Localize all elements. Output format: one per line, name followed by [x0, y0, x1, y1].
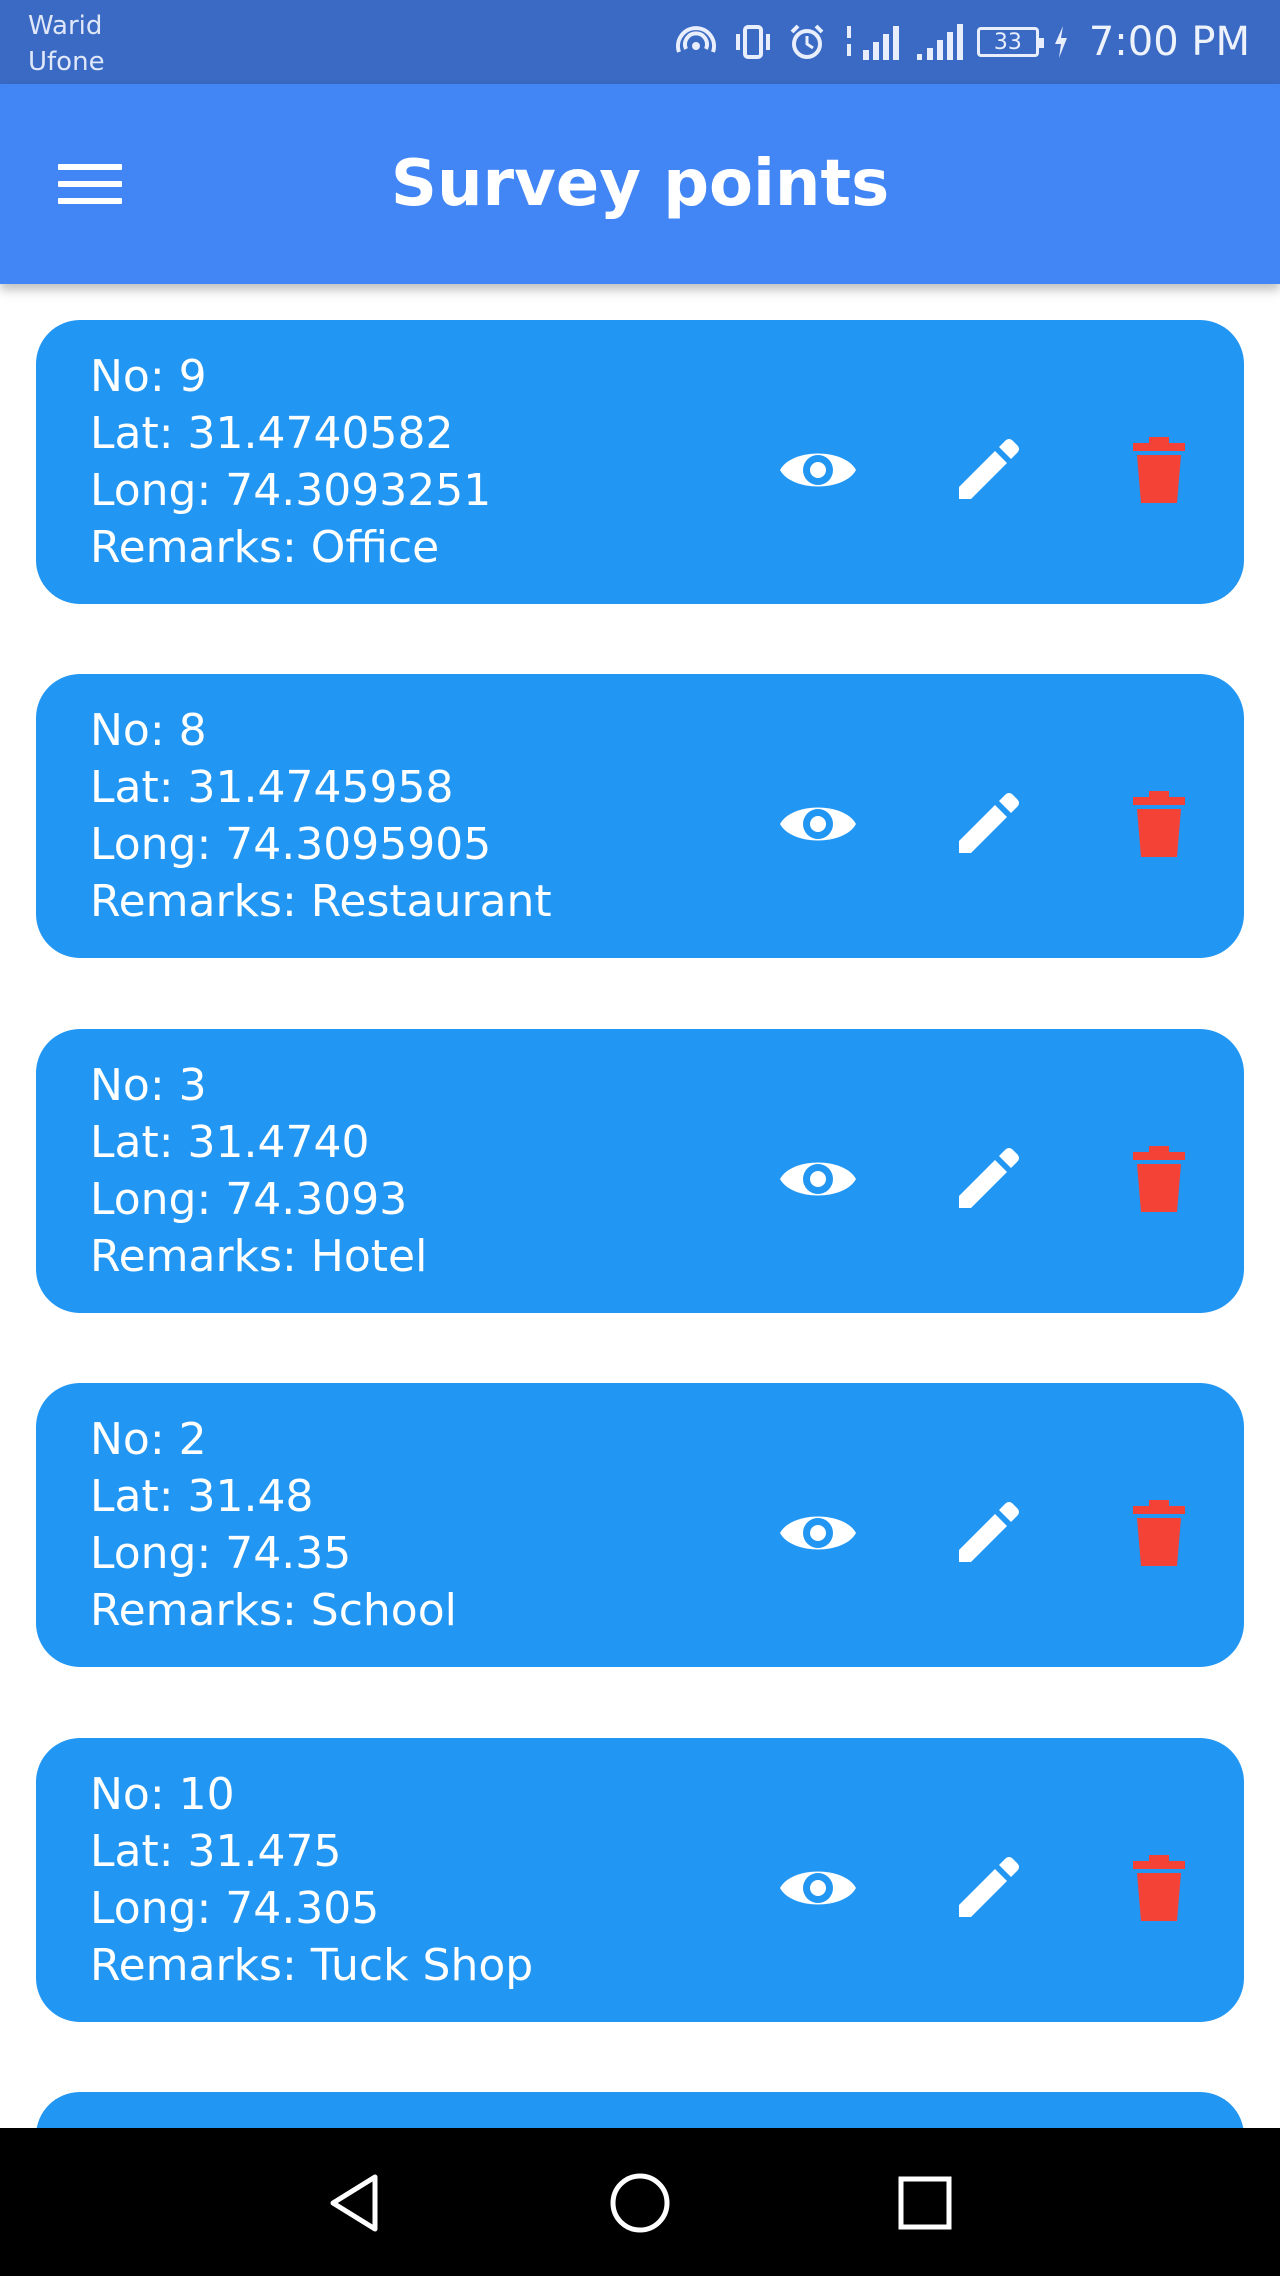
pencil-icon	[959, 793, 1019, 853]
survey-point-details: No: 3 Lat: 31.4740 Long: 74.3093 Remarks…	[90, 1057, 427, 1285]
vibrate-icon	[735, 25, 770, 59]
signal-icon	[846, 26, 899, 60]
survey-point-card[interactable]: No: 3 Lat: 31.4740 Long: 74.3093 Remarks…	[36, 1029, 1244, 1313]
point-latitude: Lat: 31.4745958	[90, 762, 454, 813]
survey-point-details: No: 9 Lat: 31.4740582 Long: 74.3093251 R…	[90, 348, 491, 576]
trash-icon	[1133, 437, 1185, 503]
survey-point-details: No: 2 Lat: 31.48 Long: 74.35 Remarks: Sc…	[90, 1411, 457, 1639]
clock: 7:00 PM	[1088, 19, 1250, 65]
survey-point-card[interactable]: No: 10 Lat: 31.475 Long: 74.305 Remarks:…	[36, 1738, 1244, 2022]
edit-button[interactable]	[948, 1493, 1028, 1573]
recent-apps-icon	[898, 2176, 952, 2230]
view-button[interactable]	[778, 1493, 858, 1573]
point-remarks: Remarks: Restaurant	[90, 876, 552, 927]
home-icon	[610, 2173, 670, 2233]
survey-point-details: No: 10 Lat: 31.475 Long: 74.305 Remarks:…	[90, 1766, 533, 1994]
delete-button[interactable]	[1119, 784, 1199, 864]
delete-button[interactable]	[1119, 430, 1199, 510]
survey-point-card[interactable]: No: 8 Lat: 31.4745958 Long: 74.3095905 R…	[36, 674, 1244, 958]
view-button[interactable]	[778, 1139, 858, 1219]
point-longitude: Long: 74.3093251	[90, 465, 492, 516]
delete-button[interactable]	[1119, 1139, 1199, 1219]
pencil-icon	[959, 1502, 1019, 1562]
trash-icon	[1133, 1146, 1185, 1212]
pencil-icon	[959, 439, 1019, 499]
back-button[interactable]	[320, 2168, 390, 2238]
eye-icon	[780, 1871, 856, 1905]
delete-button[interactable]	[1119, 1848, 1199, 1928]
point-latitude: Lat: 31.475	[90, 1826, 342, 1877]
eye-icon	[780, 807, 856, 841]
point-latitude: Lat: 31.48	[90, 1471, 314, 1522]
page-title: Survey points	[390, 147, 890, 221]
hotspot-icon	[675, 26, 716, 53]
view-button[interactable]	[778, 1848, 858, 1928]
delete-button[interactable]	[1119, 1493, 1199, 1573]
eye-icon	[780, 1516, 856, 1550]
point-remarks: Remarks: School	[90, 1585, 457, 1636]
edit-button[interactable]	[948, 1139, 1028, 1219]
point-number: No: 9	[90, 351, 207, 402]
point-number: No: 3	[90, 1060, 207, 1111]
back-icon	[330, 2174, 378, 2232]
survey-point-card[interactable]: No: 9 Lat: 31.4740582 Long: 74.3093251 R…	[36, 320, 1244, 604]
pencil-icon	[959, 1148, 1019, 1208]
point-number: No: 2	[90, 1414, 207, 1465]
point-latitude: Lat: 31.4740	[90, 1117, 370, 1168]
carrier-names: Warid Ufone	[28, 8, 105, 80]
point-remarks: Remarks: Tuck Shop	[90, 1940, 534, 1991]
trash-icon	[1133, 1500, 1185, 1566]
pencil-icon	[959, 1857, 1019, 1917]
recent-apps-button[interactable]	[890, 2168, 960, 2238]
carrier-1: Warid	[28, 11, 103, 41]
signal-2-icon	[916, 24, 963, 60]
point-longitude: Long: 74.35	[90, 1528, 352, 1579]
status-icons: 33 7:00 PM	[673, 14, 1250, 70]
trash-icon	[1133, 1855, 1185, 1921]
eye-icon	[780, 453, 856, 487]
survey-point-card[interactable]: No: 2 Lat: 31.48 Long: 74.35 Remarks: Sc…	[36, 1383, 1244, 1667]
edit-button[interactable]	[948, 784, 1028, 864]
point-remarks: Remarks: Hotel	[90, 1231, 428, 1282]
navigation-bar	[0, 2128, 1280, 2276]
battery-level: 33	[993, 29, 1022, 55]
point-number: No: 10	[90, 1769, 235, 1820]
point-number: No: 8	[90, 705, 207, 756]
alarm-icon	[790, 24, 824, 59]
charging-icon	[1054, 26, 1067, 58]
status-bar: Warid Ufone 33 7:00 PM	[0, 0, 1280, 84]
app-bar: Survey points	[0, 84, 1280, 284]
eye-icon	[780, 1162, 856, 1196]
point-remarks: Remarks: Office	[90, 522, 440, 573]
edit-button[interactable]	[948, 430, 1028, 510]
trash-icon	[1133, 791, 1185, 857]
view-button[interactable]	[778, 430, 858, 510]
view-button[interactable]	[778, 784, 858, 864]
point-latitude: Lat: 31.4740582	[90, 408, 454, 459]
edit-button[interactable]	[948, 1848, 1028, 1928]
survey-point-details: No: 8 Lat: 31.4745958 Long: 74.3095905 R…	[90, 702, 552, 930]
point-longitude: Long: 74.3093	[90, 1174, 408, 1225]
point-longitude: Long: 74.305	[90, 1883, 380, 1934]
battery-icon: 33	[976, 27, 1044, 57]
point-longitude: Long: 74.3095905	[90, 819, 492, 870]
carrier-2: Ufone	[28, 47, 105, 77]
home-button[interactable]	[605, 2168, 675, 2238]
